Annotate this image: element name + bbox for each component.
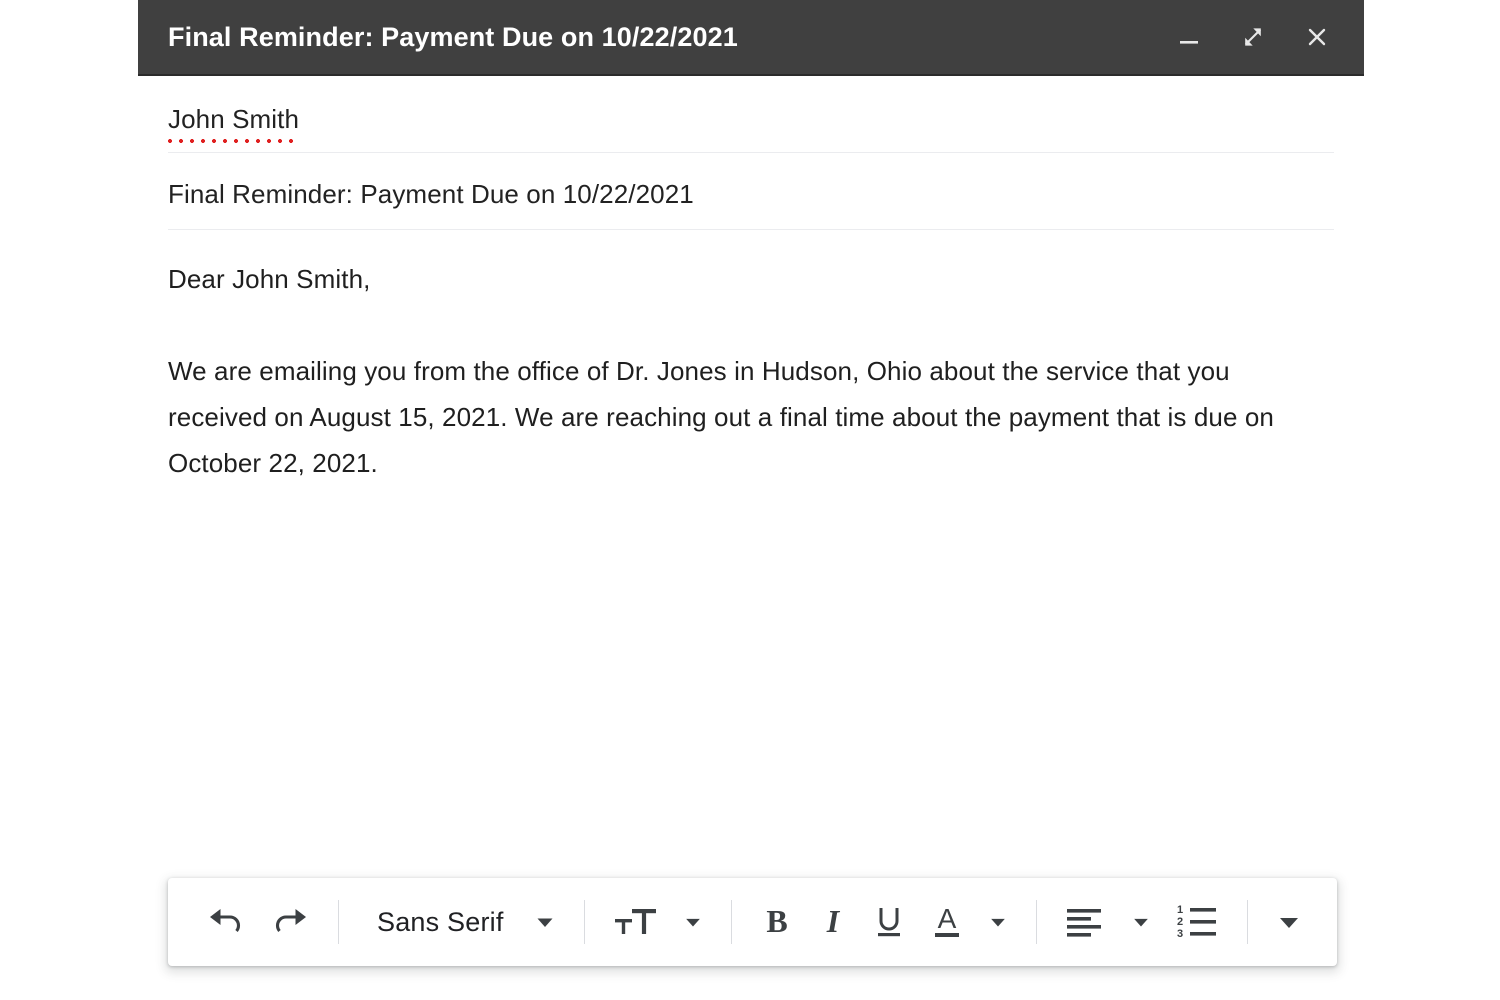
- formatting-toolbar: Sans Serif B I A 1 2 3: [168, 878, 1337, 966]
- align-button[interactable]: [1053, 894, 1119, 950]
- redo-button[interactable]: [258, 894, 322, 950]
- text-color-icon: A: [930, 901, 964, 943]
- svg-text:3: 3: [1177, 928, 1183, 940]
- svg-text:1: 1: [1177, 904, 1183, 916]
- chevron-down-icon: [988, 912, 1008, 932]
- svg-text:B: B: [766, 904, 787, 939]
- font-size-icon: [613, 904, 659, 940]
- expand-button[interactable]: [1234, 18, 1272, 56]
- svg-text:I: I: [825, 904, 840, 939]
- chevron-down-icon: [1131, 912, 1151, 932]
- font-family-selector[interactable]: Sans Serif: [355, 894, 522, 950]
- toolbar-separator-5: [1246, 900, 1248, 944]
- redo-icon: [270, 905, 310, 939]
- italic-icon: I: [818, 904, 848, 940]
- undo-button[interactable]: [194, 894, 258, 950]
- bold-icon: B: [760, 904, 794, 940]
- underline-icon: [872, 902, 906, 942]
- compose-titlebar: Final Reminder: Payment Due on 10/22/202…: [138, 0, 1364, 76]
- toolbar-separator-3: [730, 900, 732, 944]
- underline-button[interactable]: [860, 894, 918, 950]
- titlebar-actions: [1170, 18, 1342, 56]
- align-dropdown-button[interactable]: [1119, 894, 1163, 950]
- toolbar-separator-4: [1035, 900, 1037, 944]
- recipient-value[interactable]: John Smith: [168, 102, 300, 143]
- minimize-icon: [1176, 24, 1202, 50]
- close-icon: [1303, 23, 1331, 51]
- minimize-button[interactable]: [1170, 18, 1208, 56]
- chevron-down-icon: [683, 912, 703, 932]
- bold-button[interactable]: B: [748, 894, 806, 950]
- compose-title: Final Reminder: Payment Due on 10/22/202…: [168, 21, 738, 52]
- italic-button[interactable]: I: [806, 894, 860, 950]
- message-paragraph: We are emailing you from the office of D…: [168, 356, 1274, 478]
- formatting-toolbar-container: Sans Serif B I A 1 2 3: [168, 878, 1337, 966]
- numbered-list-icon: 1 2 3: [1175, 903, 1219, 941]
- align-left-icon: [1065, 904, 1107, 940]
- subject-field[interactable]: Final Reminder: Payment Due on 10/22/202…: [168, 153, 1334, 230]
- font-family-value: Sans Serif: [377, 906, 504, 937]
- font-size-dropdown-button[interactable]: [671, 894, 715, 950]
- font-size-button[interactable]: [601, 894, 671, 950]
- svg-text:2: 2: [1177, 916, 1183, 928]
- chevron-down-icon: [534, 911, 556, 933]
- subject-value[interactable]: Final Reminder: Payment Due on 10/22/202…: [168, 177, 694, 211]
- toolbar-separator-2: [583, 900, 585, 944]
- numbered-list-button[interactable]: 1 2 3: [1163, 894, 1231, 950]
- font-family-dropdown-button[interactable]: [522, 894, 568, 950]
- svg-text:A: A: [937, 903, 956, 934]
- text-color-button[interactable]: A: [918, 894, 976, 950]
- screen-root: Final Reminder: Payment Due on 10/22/202…: [0, 0, 1500, 1000]
- message-greeting: Dear John Smith,: [168, 264, 371, 294]
- compose-window: Final Reminder: Payment Due on 10/22/202…: [138, 0, 1364, 1000]
- toolbar-separator-1: [338, 900, 339, 944]
- undo-icon: [206, 905, 246, 939]
- chevron-down-icon: [1276, 909, 1302, 935]
- more-options-button[interactable]: [1264, 894, 1314, 950]
- close-button[interactable]: [1298, 18, 1336, 56]
- compose-body: John Smith Final Reminder: Payment Due o…: [138, 76, 1364, 1000]
- expand-icon: [1239, 23, 1267, 51]
- recipient-field[interactable]: John Smith: [168, 76, 1334, 153]
- text-color-dropdown-button[interactable]: [976, 894, 1020, 950]
